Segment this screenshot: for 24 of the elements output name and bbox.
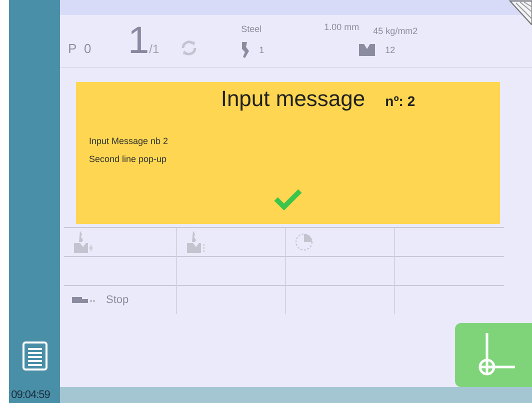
stop-label: Stop: [106, 294, 129, 306]
confirm-check-icon[interactable]: [273, 188, 303, 210]
punch-die-icon: [185, 231, 207, 253]
punch-icon: [241, 42, 250, 58]
machine-icon[interactable]: [508, 0, 532, 25]
thickness-value: 1.00 mm: [324, 22, 360, 32]
list-icon[interactable]: [22, 341, 48, 371]
message-line: Input Message nb 2: [89, 135, 170, 148]
dialog-title: Input message: [220, 86, 366, 112]
strength-value: 45 kg/mm2: [373, 26, 418, 36]
part-total: /1: [149, 42, 160, 56]
die-number: 12: [385, 45, 396, 55]
part-count: 1: [128, 20, 150, 62]
die-icon: [359, 44, 376, 56]
backgauge-icon: [72, 296, 96, 304]
timer-icon: [294, 232, 314, 252]
clock-time: 09:04:59: [11, 388, 50, 403]
message-number: nº: 2: [385, 93, 416, 109]
program-number: P 0: [68, 40, 92, 56]
punch-number: 1: [259, 45, 264, 55]
punch-die-icon: [72, 231, 94, 253]
origin-button[interactable]: [455, 323, 532, 387]
message-line: Second line pop-up: [89, 153, 168, 166]
material-label: Steel: [241, 24, 263, 34]
